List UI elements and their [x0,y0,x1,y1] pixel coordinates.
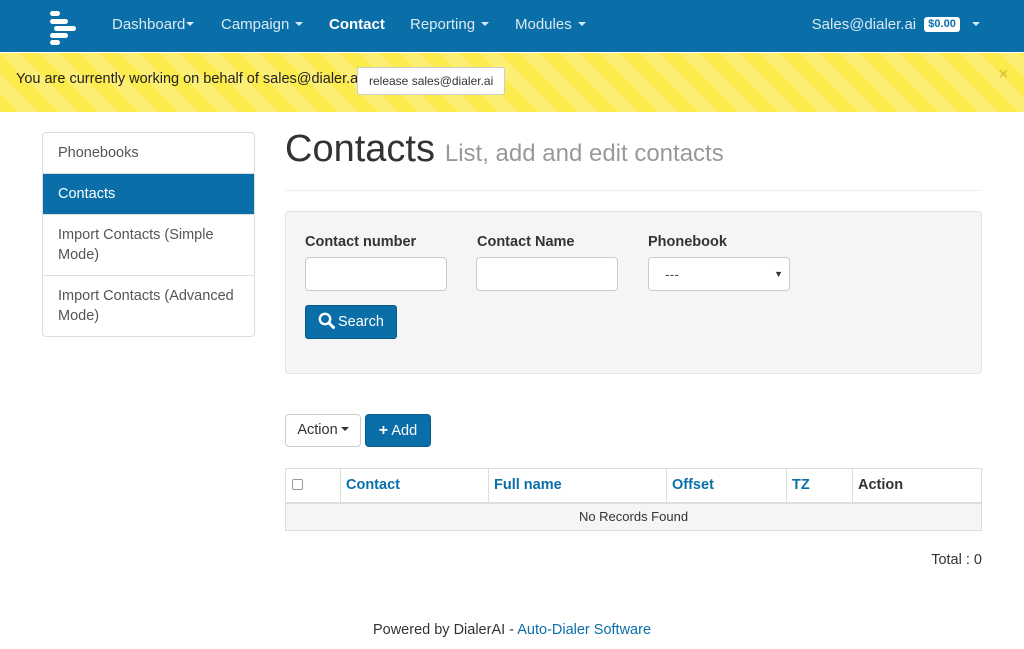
nav-dashboard[interactable]: Dashboard [112,0,195,52]
caret-down-icon [481,22,490,27]
plus-icon: + [378,422,389,439]
nav-reporting-label: Reporting [410,16,476,33]
caret-down-icon [295,22,304,27]
add-button-label: Add [391,423,418,439]
page-title: Contacts [285,128,435,170]
phonebook-selected-value: --- [665,266,679,282]
action-dropdown-button[interactable]: Action [285,414,361,447]
balance-badge: $0.00 [924,16,960,32]
table-header-row: Contact Full name Offset TZ Action [285,468,982,504]
contact-number-label: Contact number [305,234,417,250]
footer: Powered by DialerAI - Auto-Dialer Softwa… [0,622,1024,638]
select-arrow-icon: ▼ [774,269,783,279]
nav-contact-label: Contact [329,16,385,33]
footer-link[interactable]: Auto-Dialer Software [517,622,651,638]
release-button[interactable]: release sales@dialer.ai [357,67,506,95]
sidebar-item-contacts[interactable]: Contacts [43,173,254,214]
sidebar-item-phonebooks[interactable]: Phonebooks [43,133,254,173]
top-navbar: Dashboard Campaign Contact Reporting Mod… [0,0,1024,52]
nav-reporting[interactable]: Reporting [410,0,490,52]
phonebook-label: Phonebook [648,234,727,250]
action-button-label: Action [297,422,338,438]
nav-campaign[interactable]: Campaign [221,0,304,52]
phonebook-select[interactable]: --- ▼ [648,257,790,291]
total-count: Total : 0 [931,552,982,568]
column-contact[interactable]: Contact [340,468,489,504]
search-icon [318,312,335,330]
empty-message: No Records Found [285,502,982,531]
close-icon[interactable]: × [999,66,1008,84]
checkbox-icon[interactable] [292,478,303,490]
column-tz[interactable]: TZ [786,468,853,504]
select-all-header [285,468,341,504]
contact-number-input[interactable] [305,257,447,291]
dialer-logo-icon[interactable] [48,11,78,45]
impersonation-alert: You are currently working on behalf of s… [0,53,1024,112]
filter-panel: Contact number Contact Name Phonebook --… [285,211,982,374]
column-full-name[interactable]: Full name [488,468,667,504]
user-email: Sales@dialer.ai [811,16,917,33]
caret-down-icon [186,22,195,27]
header-divider [285,190,982,191]
footer-text: Powered by DialerAI - [372,622,518,638]
column-offset[interactable]: Offset [666,468,787,504]
page-subtitle: List, add and edit contacts [444,140,724,167]
nav-contact[interactable]: Contact [329,0,385,52]
search-button-label: Search [338,314,384,330]
page-header: Contacts List, add and edit contacts [285,128,724,171]
nav-modules[interactable]: Modules [515,0,586,52]
sidebar-item-import-simple[interactable]: Import Contacts (Simple Mode) [43,214,254,275]
nav-dashboard-label: Dashboard [112,16,186,33]
caret-down-icon [577,22,586,27]
sidebar-item-import-advanced[interactable]: Import Contacts (Advanced Mode) [43,275,254,336]
column-action: Action [852,468,982,504]
table-row: No Records Found [285,502,982,531]
search-button[interactable]: Search [305,305,397,339]
alert-message: You are currently working on behalf of s… [16,71,366,87]
user-menu[interactable]: Sales@dialer.ai $0.00 [812,0,980,52]
caret-down-icon [340,427,349,432]
contact-name-input[interactable] [476,257,618,291]
nav-campaign-label: Campaign [221,16,290,33]
sidebar: Phonebooks Contacts Import Contacts (Sim… [42,132,255,337]
contact-name-label: Contact Name [477,234,575,250]
nav-modules-label: Modules [515,16,572,33]
caret-down-icon [972,22,980,27]
add-contact-button[interactable]: + Add [365,414,431,447]
contacts-table: Contact Full name Offset TZ Action No Re… [285,468,982,531]
